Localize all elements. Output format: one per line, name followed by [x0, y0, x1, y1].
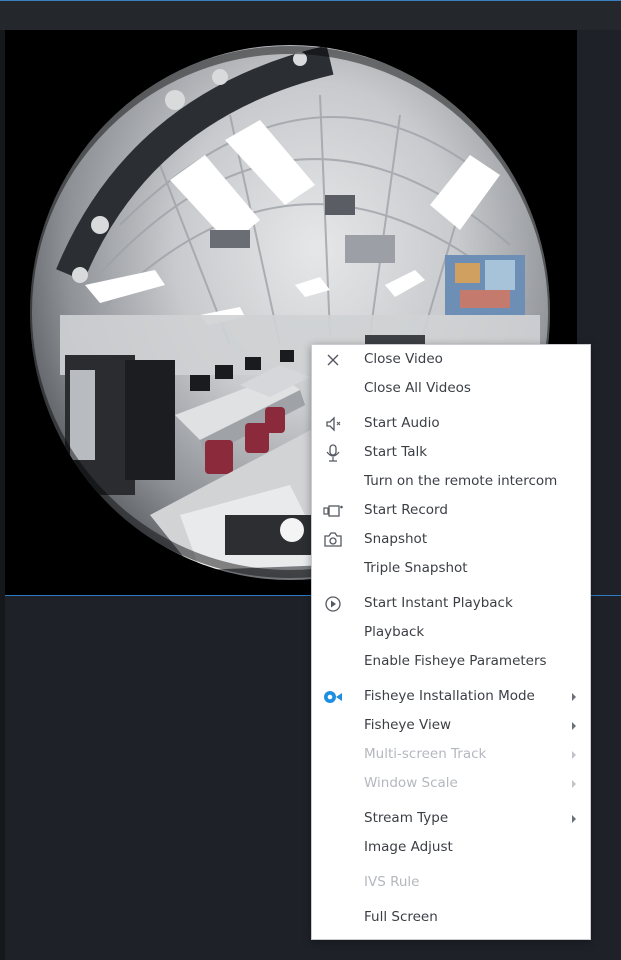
- menu-item-label: Playback: [364, 624, 425, 640]
- menu-item-label: IVS Rule: [364, 874, 420, 890]
- fisheye-camera-icon: [322, 687, 344, 707]
- submenu-arrow-icon: [572, 780, 576, 788]
- menu-item-label: Full Screen: [364, 909, 438, 925]
- menu-item-start-talk[interactable]: Start Talk: [312, 440, 590, 466]
- menu-item-label: Turn on the remote intercom: [364, 473, 558, 489]
- menu-item-instant-playback[interactable]: Start Instant Playback: [312, 591, 590, 617]
- camera-icon: [322, 530, 344, 550]
- menu-item-label: Image Adjust: [364, 839, 453, 855]
- menu-item-close-video[interactable]: Close Video: [312, 347, 590, 373]
- menu-item-triple-snapshot[interactable]: Triple Snapshot: [312, 556, 590, 582]
- menu-item-label: Window Scale: [364, 775, 458, 791]
- menu-item-stream-type[interactable]: Stream Type: [312, 806, 590, 832]
- menu-item-remote-intercom[interactable]: Turn on the remote intercom: [312, 469, 590, 495]
- menu-item-label: Enable Fisheye Parameters: [364, 653, 547, 669]
- menu-item-label: Fisheye Installation Mode: [364, 688, 535, 704]
- menu-item-label: Start Talk: [364, 444, 428, 460]
- menu-item-label: Snapshot: [364, 531, 428, 547]
- menu-item-fisheye-view[interactable]: Fisheye View: [312, 713, 590, 739]
- menu-item-enable-fisheye-parameters[interactable]: Enable Fisheye Parameters: [312, 649, 590, 675]
- menu-item-label: Start Instant Playback: [364, 595, 513, 611]
- menu-item-window-scale: Window Scale: [312, 771, 590, 797]
- menu-item-multi-screen-track: Multi-screen Track: [312, 742, 590, 768]
- menu-item-snapshot[interactable]: Snapshot: [312, 527, 590, 553]
- speaker-icon: [322, 414, 344, 434]
- menu-item-fisheye-installation-mode[interactable]: Fisheye Installation Mode: [312, 684, 590, 710]
- menu-item-full-screen[interactable]: Full Screen: [312, 905, 590, 931]
- top-toolbar: [0, 0, 621, 30]
- submenu-arrow-icon: [572, 815, 576, 823]
- menu-item-label: Stream Type: [364, 810, 449, 826]
- menu-item-label: Start Audio: [364, 415, 440, 431]
- microphone-icon: [322, 443, 344, 463]
- menu-item-label: Close Video: [364, 351, 443, 367]
- submenu-arrow-icon: [572, 751, 576, 759]
- menu-item-image-adjust[interactable]: Image Adjust: [312, 835, 590, 861]
- menu-item-playback[interactable]: Playback: [312, 620, 590, 646]
- menu-item-label: Close All Videos: [364, 380, 471, 396]
- menu-item-ivs-rule: IVS Rule: [312, 870, 590, 896]
- menu-item-start-audio[interactable]: Start Audio: [312, 411, 590, 437]
- context-menu: Close Video Close All Videos Start Audio…: [311, 344, 591, 940]
- submenu-arrow-icon: [572, 722, 576, 730]
- record-icon: [322, 501, 344, 521]
- menu-item-close-all-videos[interactable]: Close All Videos: [312, 376, 590, 402]
- menu-item-label: Start Record: [364, 502, 448, 518]
- menu-item-label: Triple Snapshot: [364, 560, 468, 576]
- play-circle-icon: [322, 594, 344, 614]
- menu-item-start-record[interactable]: Start Record: [312, 498, 590, 524]
- close-icon: [322, 350, 344, 370]
- submenu-arrow-icon: [572, 693, 576, 701]
- menu-item-label: Fisheye View: [364, 717, 452, 733]
- menu-item-label: Multi-screen Track: [364, 746, 487, 762]
